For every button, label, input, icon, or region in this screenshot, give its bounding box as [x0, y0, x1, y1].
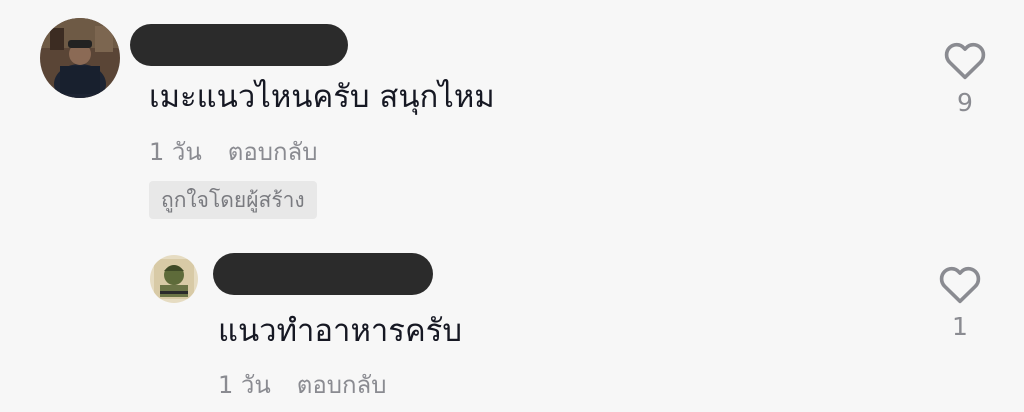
- comment-time: 1 วัน: [218, 371, 271, 399]
- comment-text: แนวทำอาหารครับ: [218, 313, 463, 349]
- like-count: 1: [952, 312, 968, 341]
- like-button[interactable]: 1: [930, 264, 990, 342]
- redacted-username: [213, 253, 433, 295]
- heart-outline-icon: [939, 266, 981, 304]
- comment-time: 1 วัน: [149, 138, 202, 166]
- avatar[interactable]: [40, 18, 120, 98]
- comment-text: เมะแนวไหนครับ สนุกไหม: [149, 79, 495, 115]
- redacted-username: [130, 24, 348, 66]
- like-count: 9: [957, 88, 973, 117]
- comment-meta: 1 วัน ตอบกลับ: [149, 137, 318, 167]
- avatar[interactable]: [150, 255, 198, 303]
- like-button[interactable]: 9: [935, 40, 995, 118]
- comment-meta: 1 วัน ตอบกลับ: [218, 370, 387, 400]
- reply-button[interactable]: ตอบกลับ: [228, 137, 318, 167]
- liked-by-creator-badge: ถูกใจโดยผู้สร้าง: [149, 181, 317, 219]
- comments-screen: เมะแนวไหนครับ สนุกไหม 1 วัน ตอบกลับ ถูกใ…: [0, 0, 1024, 412]
- heart-outline-icon: [944, 42, 986, 80]
- reply-button[interactable]: ตอบกลับ: [297, 370, 387, 400]
